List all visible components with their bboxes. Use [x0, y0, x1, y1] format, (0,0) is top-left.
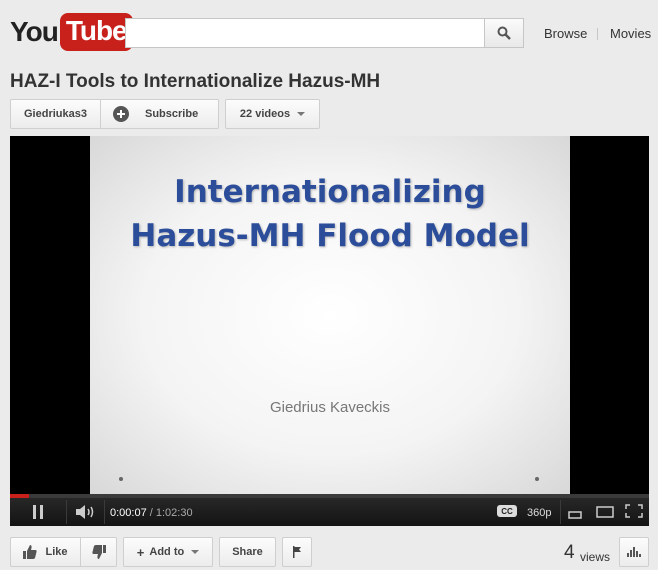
plus-icon: +	[136, 544, 145, 560]
youtube-logo[interactable]: You Tube	[10, 12, 133, 52]
controls-divider	[66, 500, 67, 524]
plus-circle-icon	[113, 106, 129, 122]
bar-chart-icon	[627, 547, 641, 557]
nav-browse-link[interactable]: Browse	[544, 26, 587, 41]
nav-movies-link[interactable]: Movies	[610, 26, 651, 41]
videos-count-label: 22 videos	[239, 108, 291, 120]
volume-button[interactable]	[76, 505, 98, 524]
small-player-icon	[568, 511, 582, 519]
cc-button[interactable]: CC	[497, 505, 517, 517]
videos-dropdown[interactable]: 22 videos	[225, 99, 320, 129]
views-label: views	[580, 550, 611, 564]
cc-icon: CC	[501, 506, 513, 516]
video-player[interactable]: Internationalizing Hazus-MH Flood Model …	[10, 136, 649, 526]
large-player-icon	[596, 506, 614, 518]
flag-button[interactable]	[282, 537, 312, 567]
fullscreen-icon	[625, 504, 643, 518]
video-title: HAZ-I Tools to Internationalize Hazus-MH	[10, 71, 381, 92]
controls-divider	[104, 500, 105, 524]
channel-button[interactable]: Giedriukas3	[10, 99, 101, 129]
quality-button[interactable]: 360p	[527, 507, 551, 519]
video-frame: Internationalizing Hazus-MH Flood Model …	[90, 136, 570, 494]
like-label: Like	[45, 546, 68, 558]
slide-dot-right	[535, 477, 539, 481]
progress-bar[interactable]	[10, 494, 649, 498]
progress-fill	[10, 494, 30, 498]
slide-author: Giedrius Kaveckis	[269, 399, 391, 416]
chevron-down-icon	[297, 112, 306, 116]
time-display: 0:00:07 / 1:02:30	[110, 507, 193, 519]
logo-you-text: You	[10, 16, 59, 47]
like-button[interactable]: Like	[10, 537, 81, 567]
logo-tube-text: Tube	[59, 13, 133, 51]
search-button[interactable]	[484, 18, 524, 48]
pause-button[interactable]	[32, 505, 44, 524]
slide-dot-left	[119, 477, 123, 481]
slide-title: Internationalizing Hazus-MH Flood Model	[130, 174, 530, 254]
dislike-button[interactable]	[81, 537, 117, 567]
share-button[interactable]: Share	[219, 537, 276, 567]
share-label: Share	[232, 546, 263, 558]
fullscreen-button[interactable]	[625, 504, 643, 523]
thumbs-up-icon	[23, 545, 38, 559]
controls-divider	[560, 500, 561, 524]
stats-button[interactable]	[619, 537, 649, 567]
small-player-button[interactable]	[568, 506, 582, 524]
player-controls: 0:00:07 / 1:02:30 CC 360p	[10, 494, 649, 526]
volume-icon	[76, 505, 94, 519]
channel-name: Giedriukas3	[24, 108, 87, 120]
subscribe-label: Subscribe	[145, 108, 199, 120]
add-to-button[interactable]: + Add to	[123, 537, 213, 567]
view-count: 4	[564, 542, 575, 563]
header: You Tube Browse Movies	[0, 0, 658, 64]
search-input[interactable]	[125, 18, 484, 48]
pause-icon	[33, 505, 43, 519]
current-time: 0:00:07	[110, 507, 147, 519]
time-separator: /	[146, 507, 156, 519]
thumbs-down-icon	[91, 545, 106, 559]
add-to-label: Add to	[149, 546, 185, 558]
chevron-down-icon	[191, 550, 200, 554]
duration: 1:02:30	[155, 507, 193, 519]
flag-icon	[293, 546, 301, 558]
search-icon	[497, 26, 511, 40]
large-player-button[interactable]	[596, 505, 614, 523]
nav-divider	[597, 28, 598, 40]
subscribe-button[interactable]: Subscribe	[101, 99, 219, 129]
